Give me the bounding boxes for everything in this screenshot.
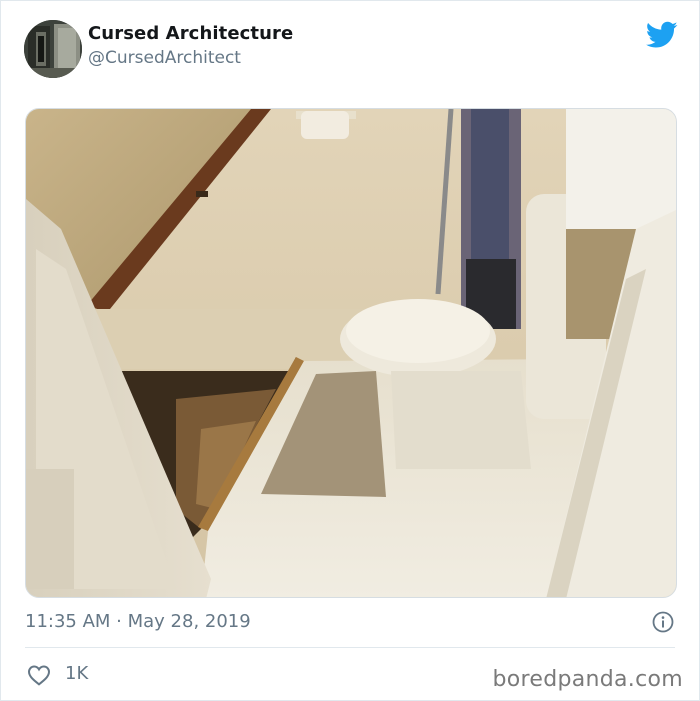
toilet-under-stairs-photo	[26, 109, 676, 597]
tweet-card: Cursed Architecture @CursedArchitect 11:…	[0, 0, 700, 701]
divider	[25, 647, 675, 648]
avatar[interactable]	[24, 20, 82, 78]
author-handle[interactable]: @CursedArchitect	[88, 48, 241, 68]
twitter-bird-icon[interactable]	[646, 21, 678, 49]
like-count[interactable]: 1K	[65, 663, 88, 684]
tweet-timestamp[interactable]: 11:35 AM · May 28, 2019	[25, 611, 251, 632]
watermark: boredpanda.com	[492, 667, 683, 692]
author-name[interactable]: Cursed Architecture	[88, 23, 293, 44]
info-icon[interactable]	[652, 611, 674, 633]
tweet-photo[interactable]	[25, 108, 677, 598]
heart-icon[interactable]	[27, 664, 51, 686]
